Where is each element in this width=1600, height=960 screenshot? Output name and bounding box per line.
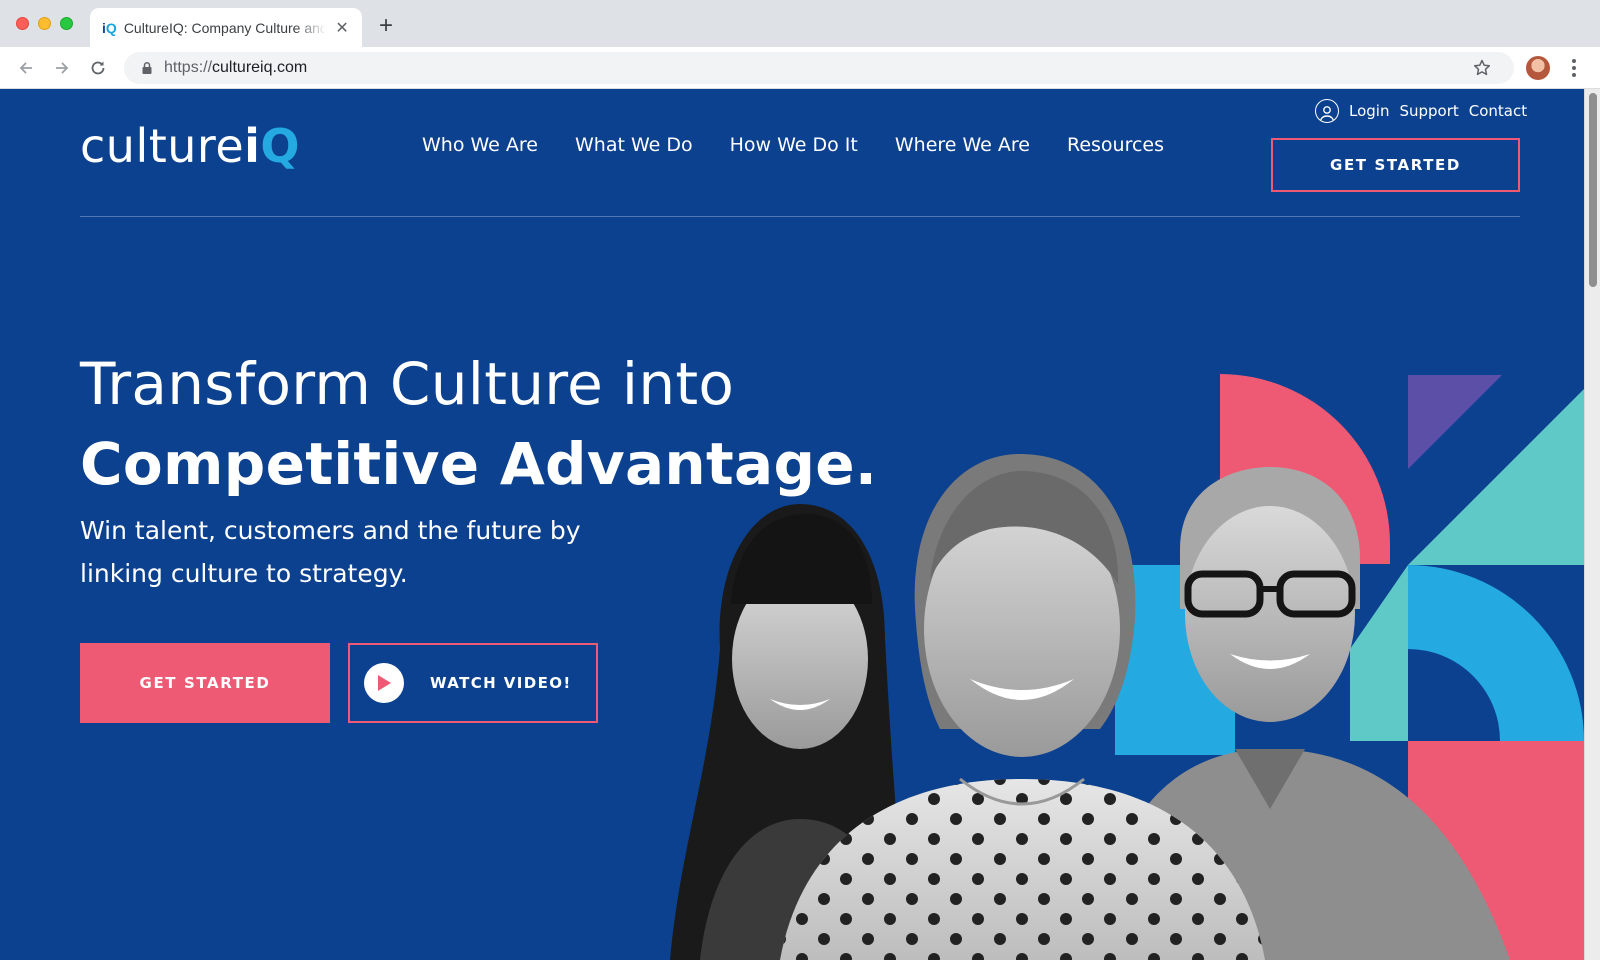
violet-triangle xyxy=(1408,375,1502,469)
reload-icon[interactable] xyxy=(84,54,112,82)
profile-avatar[interactable] xyxy=(1526,56,1550,80)
nav-item-where-we-are[interactable]: Where We Are xyxy=(895,134,1030,156)
nav-item-how-we-do-it[interactable]: How We Do It xyxy=(730,134,858,156)
forward-arrow-icon[interactable] xyxy=(48,54,76,82)
nav-item-who-we-are[interactable]: Who We Are xyxy=(422,134,538,156)
cyan-arc xyxy=(1408,565,1584,741)
window-zoom-button[interactable] xyxy=(60,17,73,30)
scrollbar-thumb[interactable] xyxy=(1589,93,1597,287)
more-vert-icon[interactable] xyxy=(1568,56,1580,80)
utility-nav: Login Support Contact xyxy=(1315,99,1527,123)
star-icon[interactable] xyxy=(1472,58,1492,78)
window-minimize-button[interactable] xyxy=(38,17,51,30)
login-link[interactable]: Login xyxy=(1349,102,1389,120)
back-arrow-icon[interactable] xyxy=(12,54,40,82)
url-text: https://cultureiq.com xyxy=(164,59,308,76)
browser-tab-strip: iQ CultureIQ: Company Culture and Employ… xyxy=(0,0,1600,47)
play-icon xyxy=(364,663,404,703)
nav-item-what-we-do[interactable]: What We Do xyxy=(575,134,693,156)
address-bar[interactable]: https://cultureiq.com xyxy=(124,52,1514,84)
browser-tab-active[interactable]: iQ CultureIQ: Company Culture and Employ… xyxy=(90,8,362,47)
page-scrollbar[interactable] xyxy=(1584,89,1600,960)
header-divider xyxy=(80,216,1520,217)
lock-icon xyxy=(142,62,152,74)
support-link[interactable]: Support xyxy=(1399,102,1458,120)
hero-subheadline: Win talent, customers and the future by … xyxy=(80,516,581,588)
favicon-icon: iQ xyxy=(102,19,117,36)
plus-icon[interactable]: + xyxy=(374,12,398,40)
browser-toolbar: https://cultureiq.com xyxy=(0,47,1600,89)
watch-video-label: WATCH VIDEO! xyxy=(430,674,572,692)
site-logo[interactable]: cultureiQ xyxy=(80,119,300,173)
hero-get-started-button[interactable]: GET STARTED xyxy=(80,643,330,723)
nav-item-resources[interactable]: Resources xyxy=(1067,134,1164,156)
watch-video-button[interactable]: WATCH VIDEO! xyxy=(348,643,598,723)
header-get-started-button[interactable]: GET STARTED xyxy=(1271,138,1520,192)
main-navigation: Who We Are What We Do How We Do It Where… xyxy=(422,134,1164,156)
tab-title: CultureIQ: Company Culture and Employee … xyxy=(123,19,327,36)
window-close-button[interactable] xyxy=(16,17,29,30)
user-icon[interactable] xyxy=(1315,99,1339,123)
contact-link[interactable]: Contact xyxy=(1469,102,1527,120)
hero-illustration xyxy=(670,374,1584,960)
webpage: cultureiQ Who We Are What We Do How We D… xyxy=(0,89,1584,960)
close-icon[interactable]: ✕ xyxy=(334,18,350,38)
